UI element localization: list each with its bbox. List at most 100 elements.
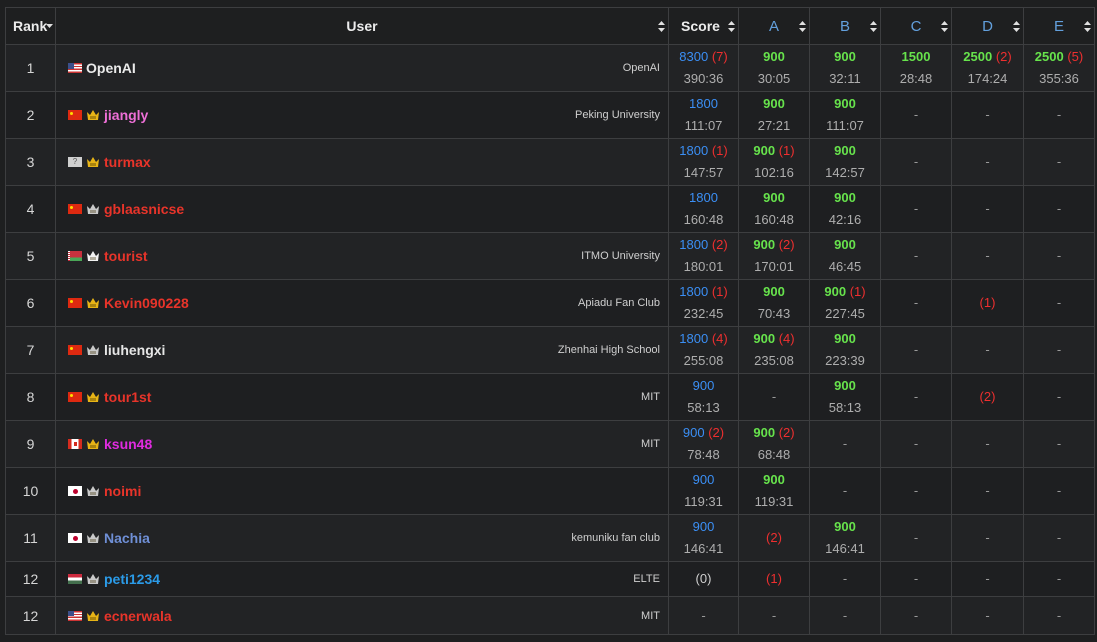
problem-a-cell[interactable]: 900 (2) 68:48 [738,420,810,468]
username-link[interactable]: peti1234 [104,571,160,587]
problem-c-cell[interactable]: - [880,467,952,515]
problem-e-cell[interactable]: - [1023,514,1095,562]
problem-e-column-header[interactable]: E [1023,7,1095,45]
problem-c-cell[interactable]: - [880,326,952,374]
problem-a-cell[interactable]: 900 30:05 [738,44,810,92]
problem-b-cell[interactable]: 900 146:41 [809,514,881,562]
username-link[interactable]: jiangly [104,107,148,123]
problem-a-cell[interactable]: 900 119:31 [738,467,810,515]
problem-e-cell[interactable]: - [1023,185,1095,233]
header-row: Rank User Score A B C D E [5,7,1095,45]
score-header-label: Score [681,18,720,34]
username-link[interactable]: noimi [104,483,141,499]
problem-d-cell[interactable]: - [951,91,1024,139]
problem-c-cell[interactable]: - [880,138,952,186]
problem-e-cell[interactable]: 2500 (5) 355:36 [1023,44,1095,92]
table-row: 12 peti1234 ELTE (0) (1) - - - - [5,561,1095,597]
problem-d-cell[interactable]: (1) [951,279,1024,327]
problem-d-cell[interactable]: - [951,561,1024,597]
problem-e-cell[interactable]: - [1023,138,1095,186]
problem-a-cell[interactable]: 900 (4) 235:08 [738,326,810,374]
problem-d-cell[interactable]: - [951,326,1024,374]
problem-c-column-header[interactable]: C [880,7,952,45]
problem-b-cell[interactable]: 900 (1) 227:45 [809,279,881,327]
score-cell: 900 146:41 [668,514,739,562]
problem-c-cell[interactable]: - [880,185,952,233]
user-column-header[interactable]: User [55,7,669,45]
problem-d-cell[interactable]: - [951,232,1024,280]
no-attempt: - [771,389,777,404]
username-link[interactable]: tour1st [104,389,151,405]
score-value: 8300 [679,49,709,64]
problem-c-cell[interactable]: - [880,596,952,635]
no-attempt: - [1056,530,1062,545]
problem-b-cell[interactable]: 900 142:57 [809,138,881,186]
problem-a-cell[interactable]: 900 (1) 102:16 [738,138,810,186]
rank-column-header[interactable]: Rank [5,7,56,45]
username-link[interactable]: Nachia [104,530,150,546]
problem-b-cell[interactable]: 900 46:45 [809,232,881,280]
problem-c-cell[interactable]: - [880,561,952,597]
problem-b-column-header[interactable]: B [809,7,881,45]
username-link[interactable]: liuhengxi [104,342,165,358]
problem-c-cell[interactable]: - [880,91,952,139]
problem-a-cell[interactable]: (2) [738,514,810,562]
problem-d-cell[interactable]: (2) [951,373,1024,421]
problem-e-cell[interactable]: - [1023,420,1095,468]
problem-e-cell[interactable]: - [1023,232,1095,280]
username-link[interactable]: ksun48 [104,436,152,452]
username-link[interactable]: turmax [104,154,151,170]
problem-e-cell[interactable]: - [1023,91,1095,139]
problem-c-cell[interactable]: - [880,373,952,421]
problem-a-column-header[interactable]: A [738,7,810,45]
problem-e-cell[interactable]: - [1023,561,1095,597]
problem-b-cell[interactable]: - [809,420,881,468]
problem-d-cell[interactable]: - [951,467,1024,515]
problem-e-cell[interactable]: - [1023,467,1095,515]
problem-d-column-header[interactable]: D [951,7,1024,45]
problem-a-cell[interactable]: 900 70:43 [738,279,810,327]
problem-a-cell[interactable]: - [738,596,810,635]
problem-e-cell[interactable]: - [1023,326,1095,374]
problem-b-cell[interactable]: 900 32:11 [809,44,881,92]
organization-label: kemuniku fan club [571,532,660,544]
username-link[interactable]: gblaasnicse [104,201,184,217]
problem-c-cell[interactable]: - [880,420,952,468]
problem-d-cell[interactable]: - [951,185,1024,233]
no-attempt: - [842,483,848,498]
problem-a-cell[interactable]: 900 (2) 170:01 [738,232,810,280]
problem-d-cell[interactable]: - [951,514,1024,562]
problem-a-cell[interactable]: 900 160:48 [738,185,810,233]
problem-b-cell[interactable]: - [809,561,881,597]
problem-b-cell[interactable]: - [809,467,881,515]
problem-points: 900 [763,49,785,64]
problem-points: 900 [834,331,856,346]
problem-e-cell[interactable]: - [1023,373,1095,421]
no-attempt: - [1056,436,1062,451]
username-link[interactable]: Kevin090228 [104,295,189,311]
problem-e-cell[interactable]: - [1023,279,1095,327]
problem-a-cell[interactable]: - [738,373,810,421]
problem-d-cell[interactable]: - [951,596,1024,635]
problem-b-cell[interactable]: - [809,596,881,635]
problem-d-cell[interactable]: 2500 (2) 174:24 [951,44,1024,92]
problem-e-cell[interactable]: - [1023,596,1095,635]
solve-time: 160:48 [754,212,794,227]
problem-b-cell[interactable]: 900 58:13 [809,373,881,421]
problem-a-cell[interactable]: 900 27:21 [738,91,810,139]
problem-d-cell[interactable]: - [951,138,1024,186]
problem-b-cell[interactable]: 900 111:07 [809,91,881,139]
username-link[interactable]: OpenAI [86,60,136,76]
problem-c-cell[interactable]: 1500 28:48 [880,44,952,92]
problem-c-cell[interactable]: - [880,232,952,280]
problem-d-cell[interactable]: - [951,420,1024,468]
problem-c-cell[interactable]: - [880,514,952,562]
problem-a-cell[interactable]: (1) [738,561,810,597]
user-cell: ksun48 MIT [55,420,669,468]
problem-b-cell[interactable]: 900 223:39 [809,326,881,374]
username-link[interactable]: ecnerwala [104,608,172,624]
problem-c-cell[interactable]: - [880,279,952,327]
username-link[interactable]: tourist [104,248,148,264]
problem-b-cell[interactable]: 900 42:16 [809,185,881,233]
score-column-header[interactable]: Score [668,7,739,45]
